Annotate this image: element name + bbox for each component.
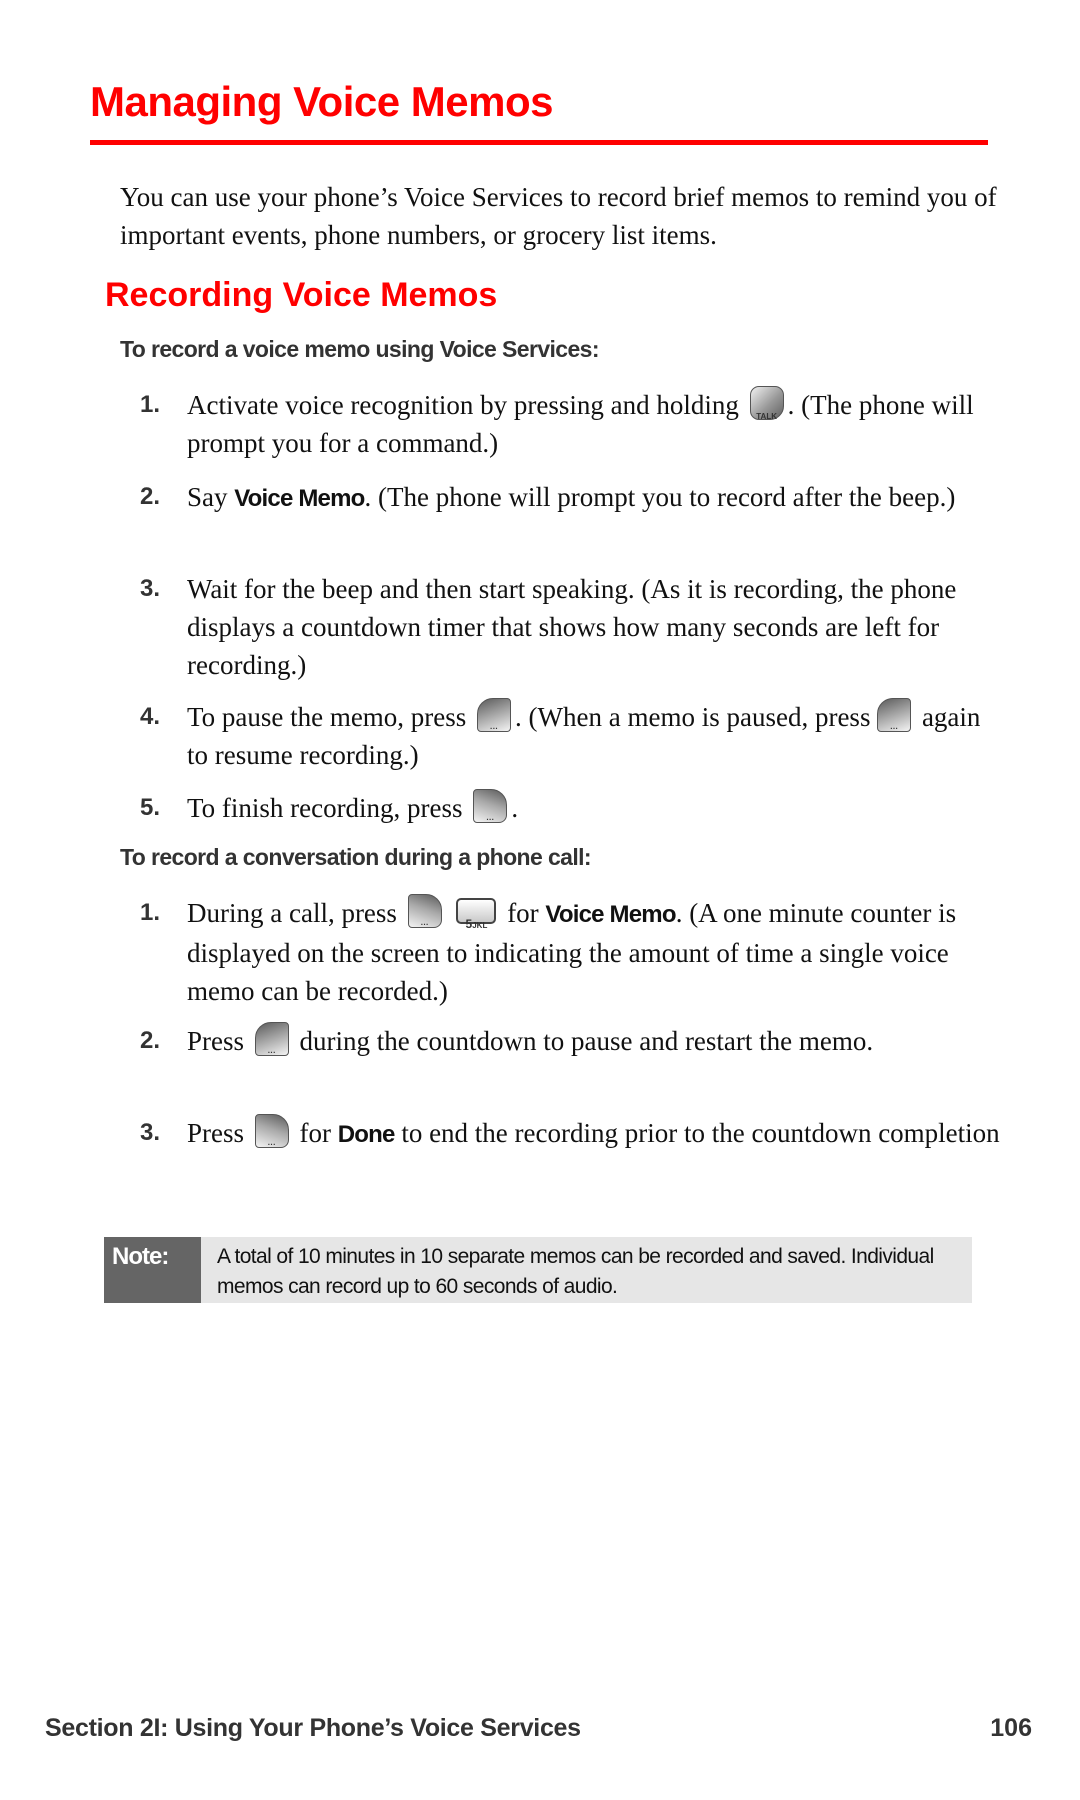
right-softkey-icon: ··· — [407, 894, 442, 929]
step-text: Press ··· during the countdown to pause … — [187, 1022, 907, 1060]
left-softkey-icon: ··· — [254, 1022, 289, 1057]
key-letters: JKL — [472, 921, 488, 930]
intro-paragraph: You can use your phone’s Voice Services … — [120, 182, 997, 250]
softkey-dots: ··· — [267, 1140, 276, 1149]
step-text-part: for — [292, 1118, 338, 1148]
step-text: Press ··· for Done to end the recording … — [187, 1114, 1007, 1154]
command-voice-memo: Voice Memo — [545, 901, 676, 928]
step-text: Wait for the beep and then start speakin… — [187, 574, 957, 680]
step-text: During a call, press ··· 5JKL for Voice … — [187, 894, 1007, 1010]
step-number: 3. — [140, 1119, 161, 1146]
step-number: 2. — [140, 1027, 161, 1054]
softkey-dots: ··· — [490, 724, 499, 733]
softkey-dots: ··· — [267, 1048, 276, 1057]
softkey-dots: ··· — [890, 724, 899, 733]
step-text-part: Press — [187, 1026, 251, 1056]
key-5-label: 5JKL — [458, 905, 494, 945]
key-5-icon: 5JKL — [456, 898, 497, 931]
page-number: 106 — [990, 1714, 1032, 1742]
step-text: To finish recording, press ···. — [187, 789, 1007, 827]
right-softkey-icon: ··· — [473, 789, 508, 824]
step-number: 4. — [140, 703, 161, 730]
softkey-dots: ··· — [486, 815, 495, 824]
talk-key-label: TALK — [756, 412, 777, 421]
note-label: Note: — [104, 1237, 201, 1303]
step-text-part: to end the recording prior to the countd… — [394, 1118, 1000, 1148]
page-title: Managing Voice Memos — [90, 78, 553, 125]
step-number: 1. — [140, 391, 161, 418]
step-text-part: . — [511, 793, 519, 823]
left-softkey-icon: ··· — [477, 698, 512, 733]
step-number: 1. — [140, 899, 161, 926]
command-done: Done — [337, 1121, 396, 1148]
footer-section-title: Section 2I: Using Your Phone’s Voice Ser… — [45, 1714, 581, 1742]
step-number: 3. — [140, 575, 161, 602]
right-softkey-icon: ··· — [254, 1114, 289, 1149]
note-box: Note: A total of 10 minutes in 10 separa… — [104, 1237, 972, 1303]
step-text-part: Press — [187, 1118, 251, 1148]
note-text: A total of 10 minutes in 10 separate mem… — [217, 1245, 934, 1298]
step-text-part: During a call, press — [187, 898, 404, 928]
step-text-part: for — [500, 898, 546, 928]
step-text-part: Activate voice recognition by pressing a… — [187, 390, 746, 420]
step-text-part: . (When a memo is paused, press — [515, 702, 878, 732]
step-text: Say Voice Memo. (The phone will prompt y… — [187, 478, 1007, 518]
step-text-part: during the countdown to pause and restar… — [292, 1026, 874, 1056]
section-title: Recording Voice Memos — [105, 276, 498, 314]
step-number: 2. — [140, 483, 161, 510]
step-text-part: . (The phone will prompt you to record a… — [364, 482, 956, 512]
step-text-part: To pause the memo, press — [187, 702, 474, 732]
step-number: 5. — [140, 794, 161, 821]
procedure-heading-voice-services: To record a voice memo using Voice Servi… — [120, 336, 600, 362]
step-text-part: To finish recording, press — [187, 793, 470, 823]
title-underline — [90, 140, 988, 145]
step-text: To pause the memo, press ··· . (When a me… — [187, 698, 1007, 774]
step-text: Activate voice recognition by pressing a… — [187, 386, 1007, 462]
procedure-heading-phone-call: To record a conversation during a phone … — [120, 844, 592, 870]
softkey-dots: ··· — [420, 920, 429, 929]
step-text-part: Say — [187, 482, 235, 512]
command-voice-memo: Voice Memo — [234, 485, 365, 512]
left-softkey-icon: ··· — [877, 698, 912, 733]
talk-key-icon: TALK — [749, 386, 784, 421]
